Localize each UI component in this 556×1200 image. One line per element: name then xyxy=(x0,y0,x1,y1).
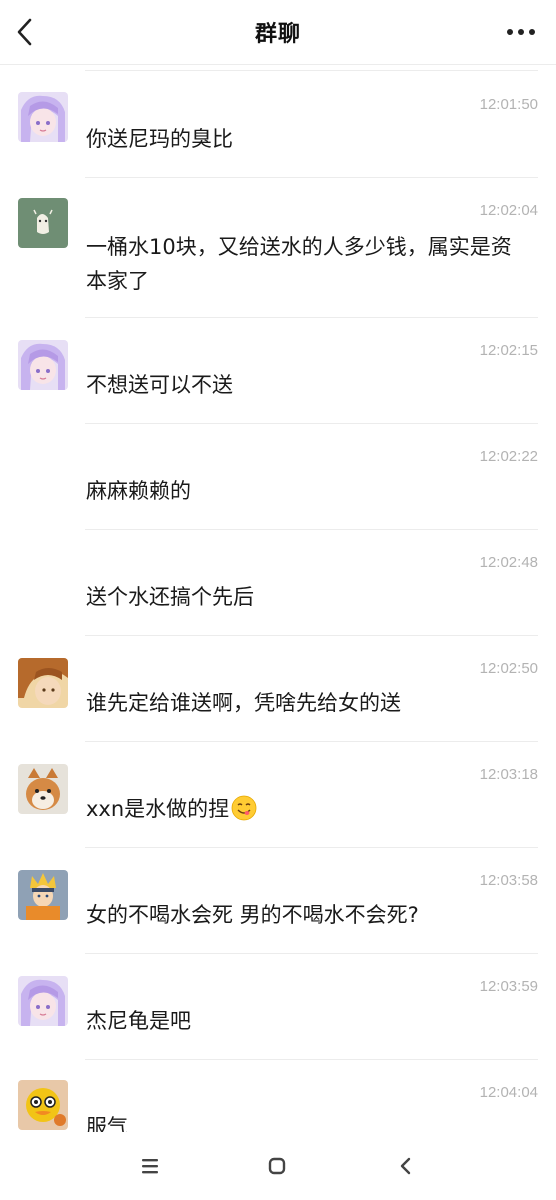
message-timestamp: 12:04:04 xyxy=(479,1084,538,1101)
avatar[interactable] xyxy=(18,92,68,142)
message-item[interactable]: 12:03:18 xxn是水做的捏 xyxy=(0,742,556,848)
anime-girl-purple-avatar xyxy=(18,976,68,1026)
message-text: 你送尼玛的臭比 xyxy=(86,127,233,151)
more-dots-icon xyxy=(507,29,535,35)
message-item[interactable]: 12:02:48 送个水还搞个先后 xyxy=(0,530,556,636)
message-text: 一桶水10块，又给送水的人多少钱，属实是资本家了 xyxy=(86,235,512,293)
more-button[interactable] xyxy=(504,22,538,42)
menu-lines-icon xyxy=(142,1159,158,1174)
divider xyxy=(85,70,538,71)
message-text: 不想送可以不送 xyxy=(86,373,233,397)
avatar[interactable] xyxy=(18,976,68,1026)
message-list[interactable]: 12:01:50 你送尼玛的臭比 12:02:04 一桶水10块，又给送水的人多… xyxy=(0,72,556,1132)
message-item[interactable]: 12:04:04 服气 xyxy=(0,1060,556,1132)
nav-back-button[interactable] xyxy=(394,1154,418,1178)
message-item[interactable]: 12:03:59 杰尼龟是吧 xyxy=(0,954,556,1060)
message-item[interactable]: 12:02:50 谁先定给谁送啊，凭啥先给女的送 xyxy=(0,636,556,742)
avatar[interactable] xyxy=(18,764,68,814)
avatar[interactable] xyxy=(18,198,68,248)
avatar[interactable] xyxy=(18,658,68,708)
message-timestamp: 12:01:50 xyxy=(479,96,538,113)
anime-girl-purple-avatar xyxy=(18,92,68,142)
message-item[interactable]: 12:03:58 女的不喝水会死 男的不喝水不会死? xyxy=(0,848,556,954)
message-timestamp: 12:02:15 xyxy=(479,342,538,359)
home-button[interactable] xyxy=(265,1154,289,1178)
message-text: 杰尼龟是吧 xyxy=(86,1009,191,1033)
home-square-icon xyxy=(268,1157,286,1175)
message-text: 女的不喝水会死 男的不喝水不会死? xyxy=(86,903,419,927)
message-text: 谁先定给谁送啊，凭啥先给女的送 xyxy=(86,691,401,715)
anime-girl-purple-avatar xyxy=(18,340,68,390)
message-timestamp: 12:02:04 xyxy=(479,202,538,219)
message-item[interactable]: 12:02:15 不想送可以不送 xyxy=(0,318,556,424)
message-timestamp: 12:03:59 xyxy=(479,978,538,995)
message-timestamp: 12:02:22 xyxy=(479,448,538,465)
avatar[interactable] xyxy=(18,870,68,920)
anime-ninja-avatar xyxy=(18,870,68,920)
message-item[interactable]: 12:02:22 麻麻赖赖的 xyxy=(0,424,556,530)
message-item[interactable]: 12:01:50 你送尼玛的臭比 xyxy=(0,72,556,178)
message-text-content: xxn是水做的捏 xyxy=(86,797,230,821)
message-text: 送个水还搞个先后 xyxy=(86,585,254,609)
message-timestamp: 12:02:48 xyxy=(479,554,538,571)
message-item[interactable]: 12:02:04 一桶水10块，又给送水的人多少钱，属实是资本家了 xyxy=(0,178,556,318)
message-text: 麻麻赖赖的 xyxy=(86,479,191,503)
avatar[interactable] xyxy=(18,1080,68,1130)
message-timestamp: 12:03:58 xyxy=(479,872,538,889)
page-title: 群聊 xyxy=(254,22,301,47)
shiba-dog-avatar xyxy=(18,764,68,814)
avatar[interactable] xyxy=(18,340,68,390)
message-text: 服气 xyxy=(86,1115,128,1132)
nav-back-icon xyxy=(400,1157,411,1175)
green-cartoon-avatar xyxy=(18,198,68,248)
top-bar: 群聊 xyxy=(0,0,556,65)
yum-emoji xyxy=(231,795,257,821)
cartoon-duck-avatar xyxy=(18,1080,68,1130)
message-timestamp: 12:02:50 xyxy=(479,660,538,677)
system-nav-bar xyxy=(0,1132,556,1200)
anime-boy-orange-avatar xyxy=(18,658,68,708)
menu-button[interactable] xyxy=(138,1154,162,1178)
message-timestamp: 12:03:18 xyxy=(479,766,538,783)
message-text: xxn是水做的捏 xyxy=(86,792,532,826)
